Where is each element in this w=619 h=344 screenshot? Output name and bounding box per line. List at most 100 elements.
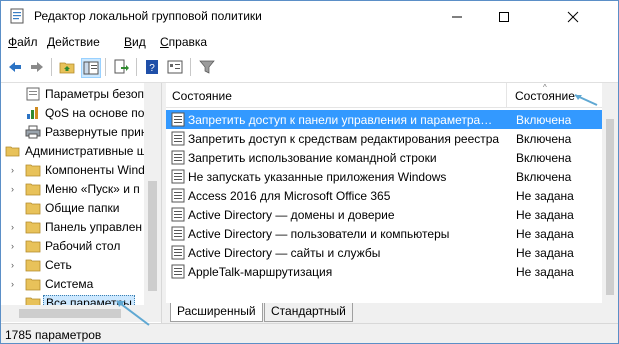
tree-item-desktop[interactable]: › Рабочий стол — [1, 237, 151, 255]
menu-view[interactable]: Вид — [124, 35, 146, 49]
scrollbar-thumb[interactable] — [19, 309, 121, 318]
properties-view-button[interactable] — [166, 58, 184, 76]
setting-name: AppleTalk-маршрутизация — [188, 265, 333, 279]
up-folder-button[interactable] — [58, 58, 76, 76]
folder-icon — [25, 164, 41, 177]
toolbar-separator — [51, 58, 52, 76]
setting-name: Запретить доступ к средствам редактирова… — [188, 132, 500, 146]
list-header: Состояние ^ Состояние — [166, 83, 602, 108]
tree-item-deployed-printers[interactable]: Развернутые прин — [1, 123, 151, 141]
tree-item-control-panel[interactable]: › Панель управлен — [1, 218, 151, 236]
toolbar-separator — [136, 58, 137, 76]
up-folder-icon — [59, 62, 75, 74]
list-row[interactable]: Active Directory — домены и доверие Не з… — [166, 205, 602, 224]
properties-view-icon — [167, 60, 183, 74]
list-row[interactable]: Active Directory — сайты и службы Не зад… — [166, 243, 602, 262]
setting-state: Не задана — [516, 227, 574, 241]
list-row[interactable]: Access 2016 для Microsoft Office 365 Не … — [166, 186, 602, 205]
tree-item-label: QoS на основе по — [45, 106, 145, 120]
setting-state: Включена — [516, 132, 572, 146]
folder-icon — [25, 221, 41, 234]
menu-help[interactable]: Справка — [160, 35, 207, 49]
list-row[interactable]: Запретить доступ к панели управления и п… — [166, 110, 602, 129]
setting-name: Active Directory — домены и доверие — [188, 208, 395, 222]
scrollbar-thumb[interactable] — [606, 119, 614, 295]
toolbar-separator — [190, 58, 191, 76]
policy-setting-icon — [171, 245, 185, 260]
policy-setting-icon — [171, 188, 185, 203]
tab-extended[interactable]: Расширенный — [170, 303, 263, 322]
help-button[interactable]: ? — [143, 58, 161, 76]
list-row[interactable]: AppleTalk-маршрутизация Не задана — [166, 262, 602, 281]
status-bar: 1785 параметров — [1, 323, 618, 343]
setting-name: Active Directory — пользователи и компью… — [188, 227, 450, 241]
maximize-icon — [499, 11, 509, 22]
tree-item-system[interactable]: › Система — [1, 275, 151, 293]
tree-item-label: Общие папки — [45, 201, 120, 215]
toolbar-separator — [105, 58, 106, 76]
menu-action[interactable]: Действие — [47, 35, 100, 49]
setting-state: Не задана — [516, 208, 574, 222]
policy-setting-icon — [171, 169, 185, 184]
policy-setting-icon — [171, 264, 185, 279]
setting-name: Запретить использование командной строки — [188, 151, 437, 165]
list-row[interactable]: Запретить использование командной строки… — [166, 148, 602, 167]
tree-item-network[interactable]: › Сеть — [1, 256, 151, 274]
list-vertical-scrollbar[interactable] — [602, 83, 618, 303]
minimize-button[interactable] — [434, 1, 480, 32]
expand-chevron-icon[interactable]: › — [11, 241, 14, 251]
expand-chevron-icon[interactable]: › — [11, 165, 14, 175]
back-button[interactable] — [6, 58, 24, 76]
tree-item-security-settings[interactable]: Параметры безоп — [1, 85, 151, 103]
tab-standard[interactable]: Стандартный — [264, 303, 353, 322]
column-header-setting[interactable]: Состояние — [172, 89, 232, 103]
filter-icon — [199, 60, 215, 74]
expand-chevron-icon[interactable]: › — [11, 279, 14, 289]
column-header-state[interactable]: Состояние — [515, 89, 575, 103]
scrollbar-thumb[interactable] — [148, 181, 157, 291]
tree-pane: Параметры безоп QoS на основе по Разверн… — [1, 83, 162, 323]
expand-chevron-icon[interactable]: › — [11, 184, 14, 194]
close-button[interactable] — [528, 1, 618, 32]
expand-chevron-icon[interactable]: › — [11, 260, 14, 270]
menu-bar: Файл Действие Вид Справка — [1, 32, 618, 53]
folder-icon — [25, 202, 41, 215]
tree-vertical-scrollbar[interactable] — [144, 83, 161, 305]
forward-icon — [31, 62, 43, 72]
list-row[interactable]: Active Directory — пользователи и компью… — [166, 224, 602, 243]
chart-icon — [27, 107, 38, 119]
tree-item-label: Компоненты Windo — [45, 163, 152, 177]
tree-item-label: Рабочий стол — [45, 239, 121, 253]
column-divider[interactable] — [506, 83, 507, 107]
list-row[interactable]: Запретить доступ к средствам редактирова… — [166, 129, 602, 148]
tree-item-shared-folders[interactable]: Общие папки — [1, 199, 151, 217]
forward-button[interactable] — [28, 58, 46, 76]
policy-setting-icon — [171, 131, 185, 146]
policy-setting-icon — [171, 112, 185, 127]
expand-chevron-icon[interactable]: › — [11, 222, 14, 232]
tree-item-qos[interactable]: QoS на основе по — [1, 104, 151, 122]
folder-icon — [25, 259, 41, 272]
close-icon — [567, 11, 579, 22]
setting-state: Включена — [516, 170, 572, 184]
export-list-icon — [114, 59, 129, 74]
policy-setting-icon — [171, 207, 185, 222]
maximize-button[interactable] — [481, 1, 527, 32]
show-hide-tree-button[interactable] — [81, 58, 101, 78]
folder-open-icon — [5, 146, 20, 157]
tree-item-admin-templates[interactable]: Административные ш — [1, 142, 151, 160]
setting-state: Включена — [516, 151, 572, 165]
tree-item-label: Параметры безоп — [45, 87, 144, 101]
tree-item-label: Развернутые прин — [45, 125, 148, 139]
tree-item-label: Сеть — [45, 258, 72, 272]
tree-item-label: Система — [45, 277, 94, 291]
setting-name: Active Directory — сайты и службы — [188, 246, 381, 260]
svg-text:?: ? — [149, 63, 155, 74]
list-row[interactable]: Не запускать указанные приложения Window… — [166, 167, 602, 186]
export-list-button[interactable] — [112, 58, 130, 76]
menu-file[interactable]: Файл — [8, 35, 38, 49]
tree-item-windows-components[interactable]: › Компоненты Windo — [1, 161, 151, 179]
filter-button[interactable] — [198, 58, 216, 76]
tree-item-start-menu[interactable]: › Меню «Пуск» и п — [1, 180, 151, 198]
toolbar: ? — [1, 53, 618, 83]
